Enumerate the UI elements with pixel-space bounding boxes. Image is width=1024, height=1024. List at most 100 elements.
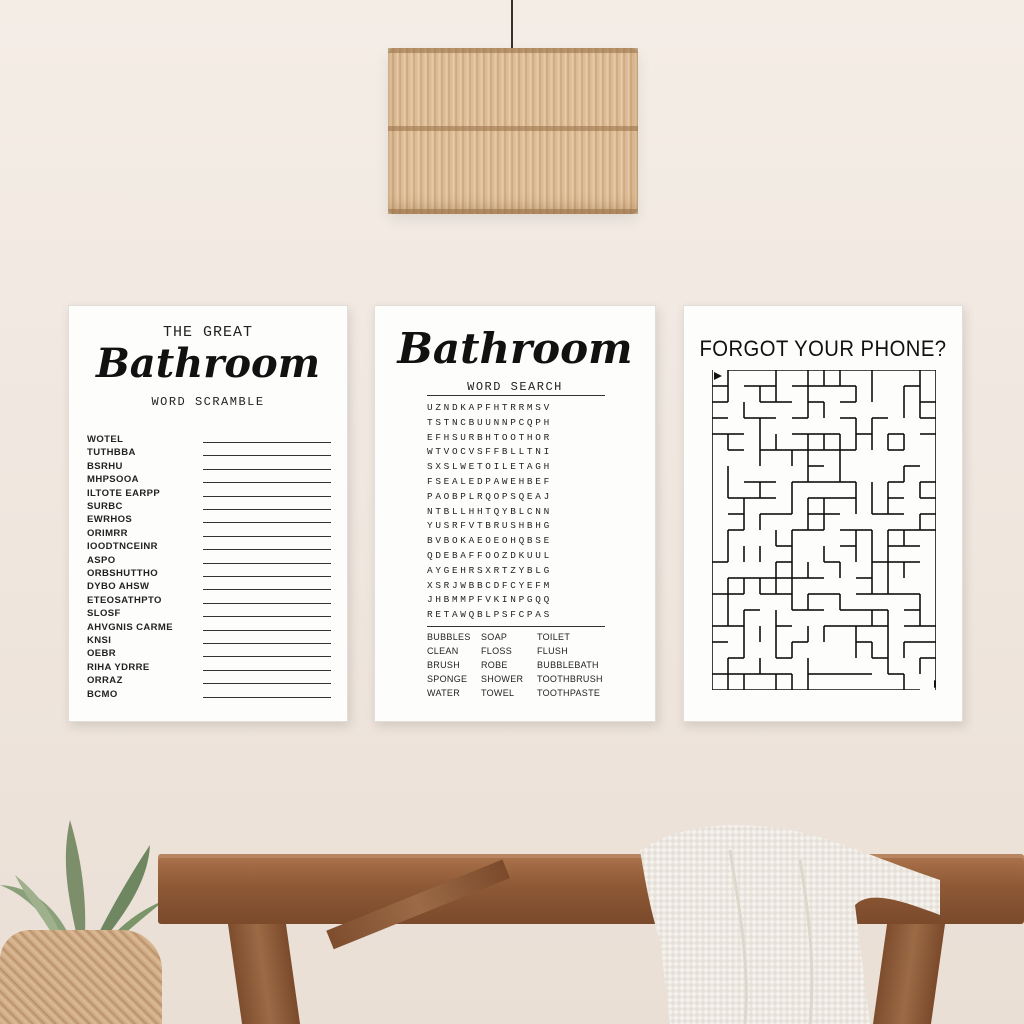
pendant-lamp xyxy=(388,48,638,214)
word-search-row: SXSLWETOILETAGH xyxy=(427,461,552,473)
scramble-word: ETEOSATHPTO xyxy=(87,594,162,606)
word-search-row: YUSRFVTBRUSHBHG xyxy=(427,520,552,532)
scramble-row: BCMO xyxy=(87,687,331,700)
answer-line xyxy=(203,616,331,618)
word-search-row: JHBMMPFVKINPGQQ xyxy=(427,594,552,606)
poster-maze: FORGOT YOUR PHONE? xyxy=(683,305,963,722)
scramble-word: ASPO xyxy=(87,554,116,566)
scramble-word: ORRAZ xyxy=(87,675,123,687)
scramble-row: ASPO xyxy=(87,553,331,566)
answer-line xyxy=(203,442,331,443)
answer-line xyxy=(203,683,331,685)
answer-line xyxy=(203,562,331,564)
scramble-row: EWRHOS xyxy=(87,512,331,525)
poster-word-scramble: THE GREAT Bathroom WORD SCRAMBLE WOTEL TU… xyxy=(68,305,348,722)
word-search-row: WTVOCVSFFBLLTNI xyxy=(427,446,552,458)
scramble-word: BCMO xyxy=(87,688,118,700)
word-search-row: RETAWQBLPSFCPAS xyxy=(427,609,552,621)
scramble-word: ILTOTE EARPP xyxy=(87,487,161,499)
answer-line xyxy=(203,455,331,457)
throw-blanket xyxy=(640,825,940,1024)
word-search-row: TSTNCBUUNNPCQPH xyxy=(427,416,552,428)
word-search-row: XSRJWBBCDFCYEFM xyxy=(427,579,552,591)
scramble-word: OEBR xyxy=(87,648,117,660)
word-search-row: PAOBPLRQOPSQEAJ xyxy=(427,490,552,502)
scramble-row: ILTOTE EARPP xyxy=(87,486,331,499)
divider xyxy=(427,626,605,627)
scramble-row: RIHA YDRRE xyxy=(87,660,331,673)
lamp-band xyxy=(388,48,638,53)
word-search-word: FLUSH xyxy=(537,646,569,656)
word-search-row: QDEBAFFOOZDKUUL xyxy=(427,549,552,561)
scramble-word: WOTEL xyxy=(87,434,124,445)
lamp-band xyxy=(388,209,638,214)
answer-line xyxy=(203,549,331,551)
scramble-row: MHPSOOA xyxy=(87,472,331,485)
bench-leg xyxy=(227,924,301,1024)
word-search-word: BUBBLES xyxy=(427,632,471,642)
scramble-heading-sub: WORD SCRAMBLE xyxy=(151,395,265,409)
word-search-word: SOAP xyxy=(481,632,508,642)
search-heading-sub: WORD SEARCH xyxy=(467,380,563,394)
answer-line xyxy=(203,522,331,524)
scramble-row: BSRHU xyxy=(87,459,331,472)
word-search-word: TOOTHPASTE xyxy=(537,688,601,698)
word-search-row: BVBOKAEOEOHQBSE xyxy=(427,535,552,547)
scramble-heading-script: Bathroom xyxy=(95,340,321,387)
scramble-word: RIHA YDRRE xyxy=(87,661,150,673)
answer-line xyxy=(203,495,331,497)
scramble-row: ETEOSATHPTO xyxy=(87,593,331,606)
word-search-word: TOWEL xyxy=(481,688,515,698)
scramble-word: DYBO AHSW xyxy=(87,581,150,593)
word-search-grid: UZNDKAPFHTRRMSV TSTNCBUUNNPCQPH EFHSURBHTO… xyxy=(427,401,605,623)
scramble-word: IOODTNCEINR xyxy=(87,541,158,553)
scramble-word: MHPSOOA xyxy=(87,474,139,486)
word-search-word: TOOTHBRUSH xyxy=(537,674,603,684)
answer-line xyxy=(203,696,331,698)
scramble-word: ORIMRR xyxy=(87,527,128,539)
word-search-row: NTBLLHHTQYBLCNN xyxy=(427,505,552,517)
maze-title: FORGOT YOUR PHONE? xyxy=(699,336,947,361)
scramble-row: OEBR xyxy=(87,646,331,659)
woven-basket xyxy=(0,930,162,1024)
maze-puzzle xyxy=(712,370,936,690)
word-search-row: EFHSURBHTOOTHOR xyxy=(427,431,552,443)
answer-line xyxy=(203,468,331,470)
scramble-word: SURBC xyxy=(87,501,123,512)
scramble-word: TUTHBBA xyxy=(87,447,136,459)
word-search-word: WATER xyxy=(427,688,460,698)
answer-line xyxy=(203,669,331,671)
poster-word-search: Bathroom WORD SEARCH UZNDKAPFHTRRMSV TSTN… xyxy=(374,305,656,722)
answer-line xyxy=(203,602,331,604)
scramble-row: ORBSHUTTHO xyxy=(87,566,331,579)
scramble-heading-top: THE GREAT xyxy=(162,324,253,341)
word-search-word: SHOWER xyxy=(481,674,524,684)
divider xyxy=(427,395,605,396)
maze-end-arrow-icon xyxy=(934,680,936,688)
answer-line xyxy=(203,656,331,658)
answer-line xyxy=(203,482,331,484)
lamp-cord xyxy=(511,0,513,52)
lamp-band xyxy=(388,126,638,131)
word-search-row: AYGEHRSXRTZYBLG xyxy=(427,564,552,576)
word-search-word: BUBBLEBATH xyxy=(537,660,599,670)
scramble-row: SURBC xyxy=(87,499,331,512)
answer-line xyxy=(203,589,331,591)
scramble-row: WOTEL xyxy=(87,432,331,445)
scramble-word: KNSI xyxy=(87,635,112,646)
scramble-row: ORIMRR xyxy=(87,526,331,539)
answer-line xyxy=(203,576,331,577)
scramble-word: AHVGNIS CARME xyxy=(87,621,173,633)
scramble-word: BSRHU xyxy=(87,460,123,472)
word-search-word-list: BUBBLES SOAP TOILET CLEAN FLOSS FLUSH BRUSH ROB… xyxy=(427,632,627,698)
scramble-row: IOODTNCEINR xyxy=(87,539,331,552)
answer-line xyxy=(203,629,331,631)
answer-line xyxy=(203,535,331,537)
scramble-row: DYBO AHSW xyxy=(87,579,331,592)
maze-start-arrow-icon xyxy=(714,372,722,380)
answer-line xyxy=(203,509,331,510)
scramble-row: AHVGNIS CARME xyxy=(87,620,331,633)
scramble-row: TUTHBBA xyxy=(87,445,331,458)
word-search-word: BRUSH xyxy=(427,660,461,670)
word-search-word: FLOSS xyxy=(481,646,513,656)
